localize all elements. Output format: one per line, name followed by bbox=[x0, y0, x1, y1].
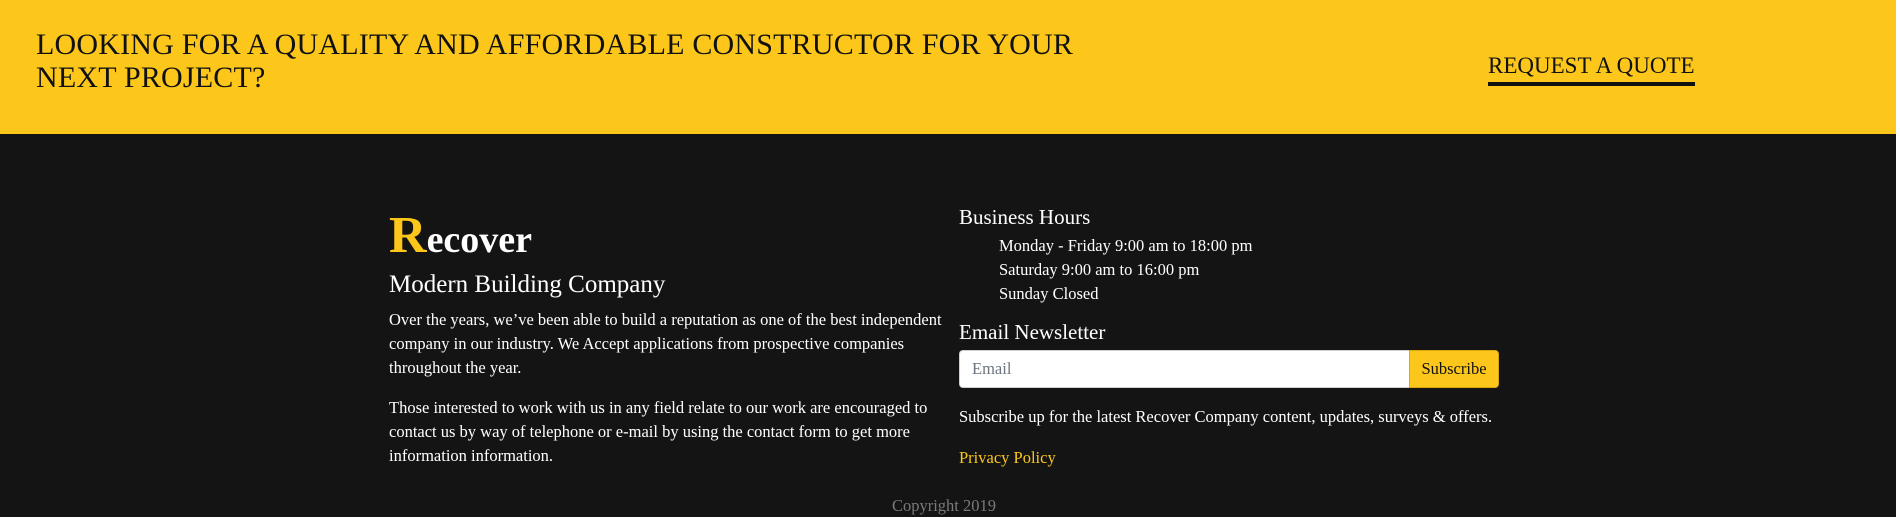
call-to-action-banner: LOOKING FOR A QUALITY AND AFFORDABLE CON… bbox=[0, 0, 1896, 134]
business-hours-item: Sunday Closed bbox=[999, 284, 1099, 303]
request-quote-button[interactable]: REQUEST A QUOTE bbox=[1488, 52, 1695, 86]
about-section: Over the years, we’ve been able to build… bbox=[389, 308, 944, 484]
privacy-policy-link[interactable]: Privacy Policy bbox=[959, 446, 1056, 470]
email-input[interactable] bbox=[959, 350, 1409, 388]
about-paragraph: Over the years, we’ve been able to build… bbox=[389, 310, 942, 377]
newsletter-form: Subscribe bbox=[959, 350, 1499, 388]
business-hours-item: Monday - Friday 9:00 am to 18:00 pm bbox=[999, 236, 1253, 255]
brand-logo-initial: R bbox=[389, 207, 427, 264]
newsletter-note: Subscribe up for the latest Recover Comp… bbox=[959, 407, 1493, 426]
company-tagline: Modern Building Company bbox=[389, 271, 666, 298]
business-hours-item: Saturday 9:00 am to 16:00 pm bbox=[999, 260, 1200, 279]
business-hours-title: Business Hours bbox=[959, 205, 1091, 229]
brand-logo-text: ecover bbox=[426, 219, 533, 261]
cta-heading: LOOKING FOR A QUALITY AND AFFORDABLE CON… bbox=[36, 28, 1074, 94]
subscribe-button[interactable]: Subscribe bbox=[1409, 350, 1499, 388]
newsletter-title: Email Newsletter bbox=[959, 320, 1106, 344]
hours-newsletter-column: Business Hours Monday - Friday 9:00 am t… bbox=[959, 204, 1499, 470]
page: LOOKING FOR A QUALITY AND AFFORDABLE CON… bbox=[0, 0, 1896, 517]
copyright-text: Copyright 2019 bbox=[891, 496, 997, 515]
brand-logo[interactable]: Recover bbox=[389, 210, 533, 262]
business-hours-list: Monday - Friday 9:00 am to 18:00 pm Satu… bbox=[959, 234, 1499, 306]
site-footer: Recover Modern Building Company Over the… bbox=[0, 134, 1896, 517]
about-paragraph: Those interested to work with us in any … bbox=[389, 398, 928, 465]
